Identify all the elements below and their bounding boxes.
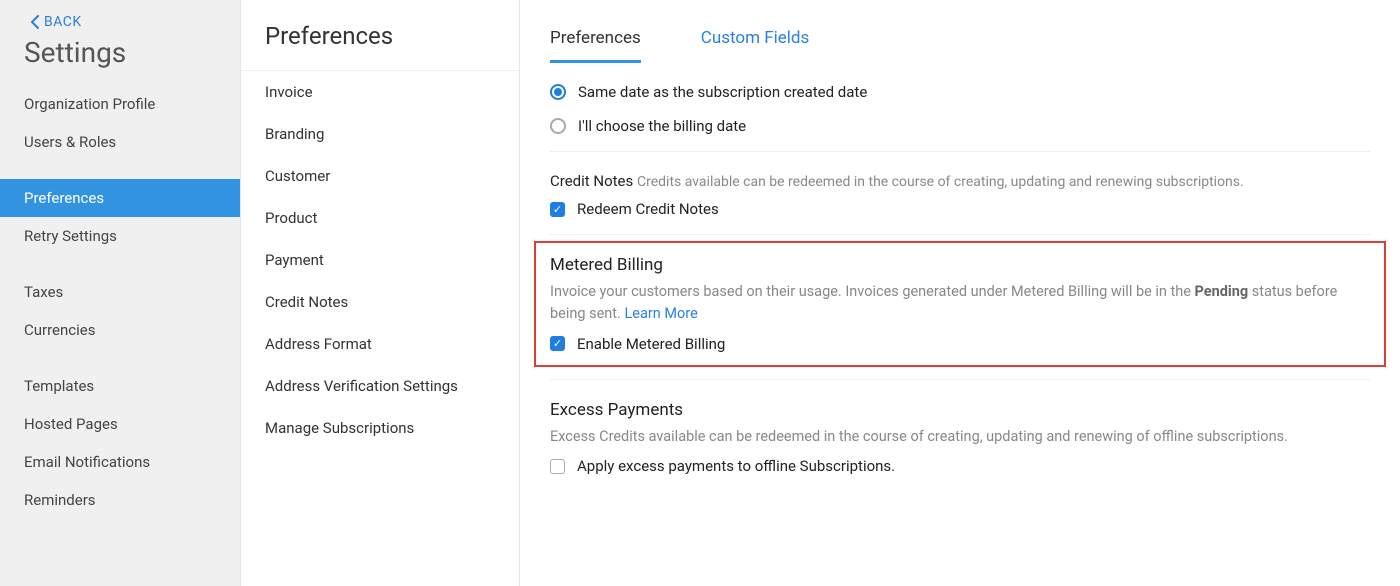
- preferences-subnav: Preferences Invoice Branding Customer Pr…: [240, 0, 520, 586]
- nav-item-email-notifications[interactable]: Email Notifications: [0, 443, 240, 481]
- divider: [550, 234, 1370, 235]
- left-sidebar: BACK Settings Organization Profile Users…: [0, 0, 240, 586]
- subnav-item-address-format[interactable]: Address Format: [241, 323, 519, 365]
- check-row-redeem-credit-notes[interactable]: ✓ Redeem Credit Notes: [550, 200, 1370, 218]
- left-nav: Organization Profile Users & Roles Prefe…: [0, 85, 240, 537]
- tab-custom-fields[interactable]: Custom Fields: [701, 18, 809, 63]
- preferences-subnav-title: Preferences: [241, 0, 519, 71]
- tab-preferences[interactable]: Preferences: [550, 18, 641, 63]
- nav-item-templates[interactable]: Templates: [0, 367, 240, 405]
- learn-more-link[interactable]: Learn More: [624, 305, 697, 322]
- nav-group: Taxes Currencies: [0, 273, 240, 349]
- check-label: Redeem Credit Notes: [577, 200, 719, 218]
- check-label: Apply excess payments to offline Subscri…: [577, 457, 895, 475]
- nav-item-preferences[interactable]: Preferences: [0, 179, 240, 217]
- nav-item-hosted-pages[interactable]: Hosted Pages: [0, 405, 240, 443]
- nav-group: Preferences Retry Settings: [0, 179, 240, 255]
- radio-row-same-date[interactable]: Same date as the subscription created da…: [550, 83, 1370, 101]
- preferences-subnav-list: Invoice Branding Customer Product Paymen…: [241, 71, 519, 449]
- subnav-item-product[interactable]: Product: [241, 197, 519, 239]
- nav-item-reminders[interactable]: Reminders: [0, 481, 240, 519]
- desc-bold: Pending: [1195, 283, 1249, 300]
- subnav-item-payment[interactable]: Payment: [241, 239, 519, 281]
- nav-item-currencies[interactable]: Currencies: [0, 311, 240, 349]
- back-label: BACK: [44, 14, 82, 30]
- nav-item-org-profile[interactable]: Organization Profile: [0, 85, 240, 123]
- radio-icon: [550, 118, 566, 134]
- checkbox-icon: ✓: [550, 336, 565, 351]
- nav-group: Organization Profile Users & Roles: [0, 85, 240, 161]
- metered-billing-title: Metered Billing: [550, 255, 1370, 275]
- credit-notes-title: Credit Notes: [550, 172, 633, 190]
- metered-billing-highlight: Metered Billing Invoice your customers b…: [534, 241, 1386, 367]
- subnav-item-branding[interactable]: Branding: [241, 113, 519, 155]
- check-row-apply-excess[interactable]: Apply excess payments to offline Subscri…: [550, 457, 1370, 475]
- checkbox-icon: [550, 459, 565, 474]
- nav-item-users-roles[interactable]: Users & Roles: [0, 123, 240, 161]
- desc-text: Invoice your customers based on their us…: [550, 283, 1195, 300]
- tabs: Preferences Custom Fields: [550, 18, 1370, 63]
- nav-group: Templates Hosted Pages Email Notificatio…: [0, 367, 240, 519]
- subnav-item-manage-subscriptions[interactable]: Manage Subscriptions: [241, 407, 519, 449]
- settings-title: Settings: [0, 30, 240, 85]
- checkbox-icon: ✓: [550, 202, 565, 217]
- radio-label: I'll choose the billing date: [578, 117, 746, 135]
- subnav-item-invoice[interactable]: Invoice: [241, 71, 519, 113]
- main-content: Preferences Custom Fields Same date as t…: [520, 0, 1400, 586]
- subnav-item-address-verification[interactable]: Address Verification Settings: [241, 365, 519, 407]
- radio-icon: [550, 84, 566, 100]
- chevron-left-icon: [30, 15, 40, 29]
- subnav-item-credit-notes[interactable]: Credit Notes: [241, 281, 519, 323]
- excess-payments-title: Excess Payments: [550, 400, 1370, 420]
- credit-notes-help: Credits available can be redeemed in the…: [637, 174, 1244, 190]
- divider: [550, 379, 1370, 380]
- metered-billing-desc: Invoice your customers based on their us…: [550, 281, 1370, 325]
- check-row-enable-metered[interactable]: ✓ Enable Metered Billing: [550, 335, 1370, 353]
- divider: [550, 151, 1370, 152]
- subnav-item-customer[interactable]: Customer: [241, 155, 519, 197]
- radio-label: Same date as the subscription created da…: [578, 83, 867, 101]
- back-link[interactable]: BACK: [0, 10, 240, 30]
- check-label: Enable Metered Billing: [577, 335, 725, 353]
- nav-item-taxes[interactable]: Taxes: [0, 273, 240, 311]
- radio-row-choose-date[interactable]: I'll choose the billing date: [550, 117, 1370, 135]
- excess-payments-desc: Excess Credits available can be redeemed…: [550, 426, 1370, 448]
- nav-item-retry-settings[interactable]: Retry Settings: [0, 217, 240, 255]
- credit-notes-heading: Credit Notes Credits available can be re…: [550, 172, 1370, 190]
